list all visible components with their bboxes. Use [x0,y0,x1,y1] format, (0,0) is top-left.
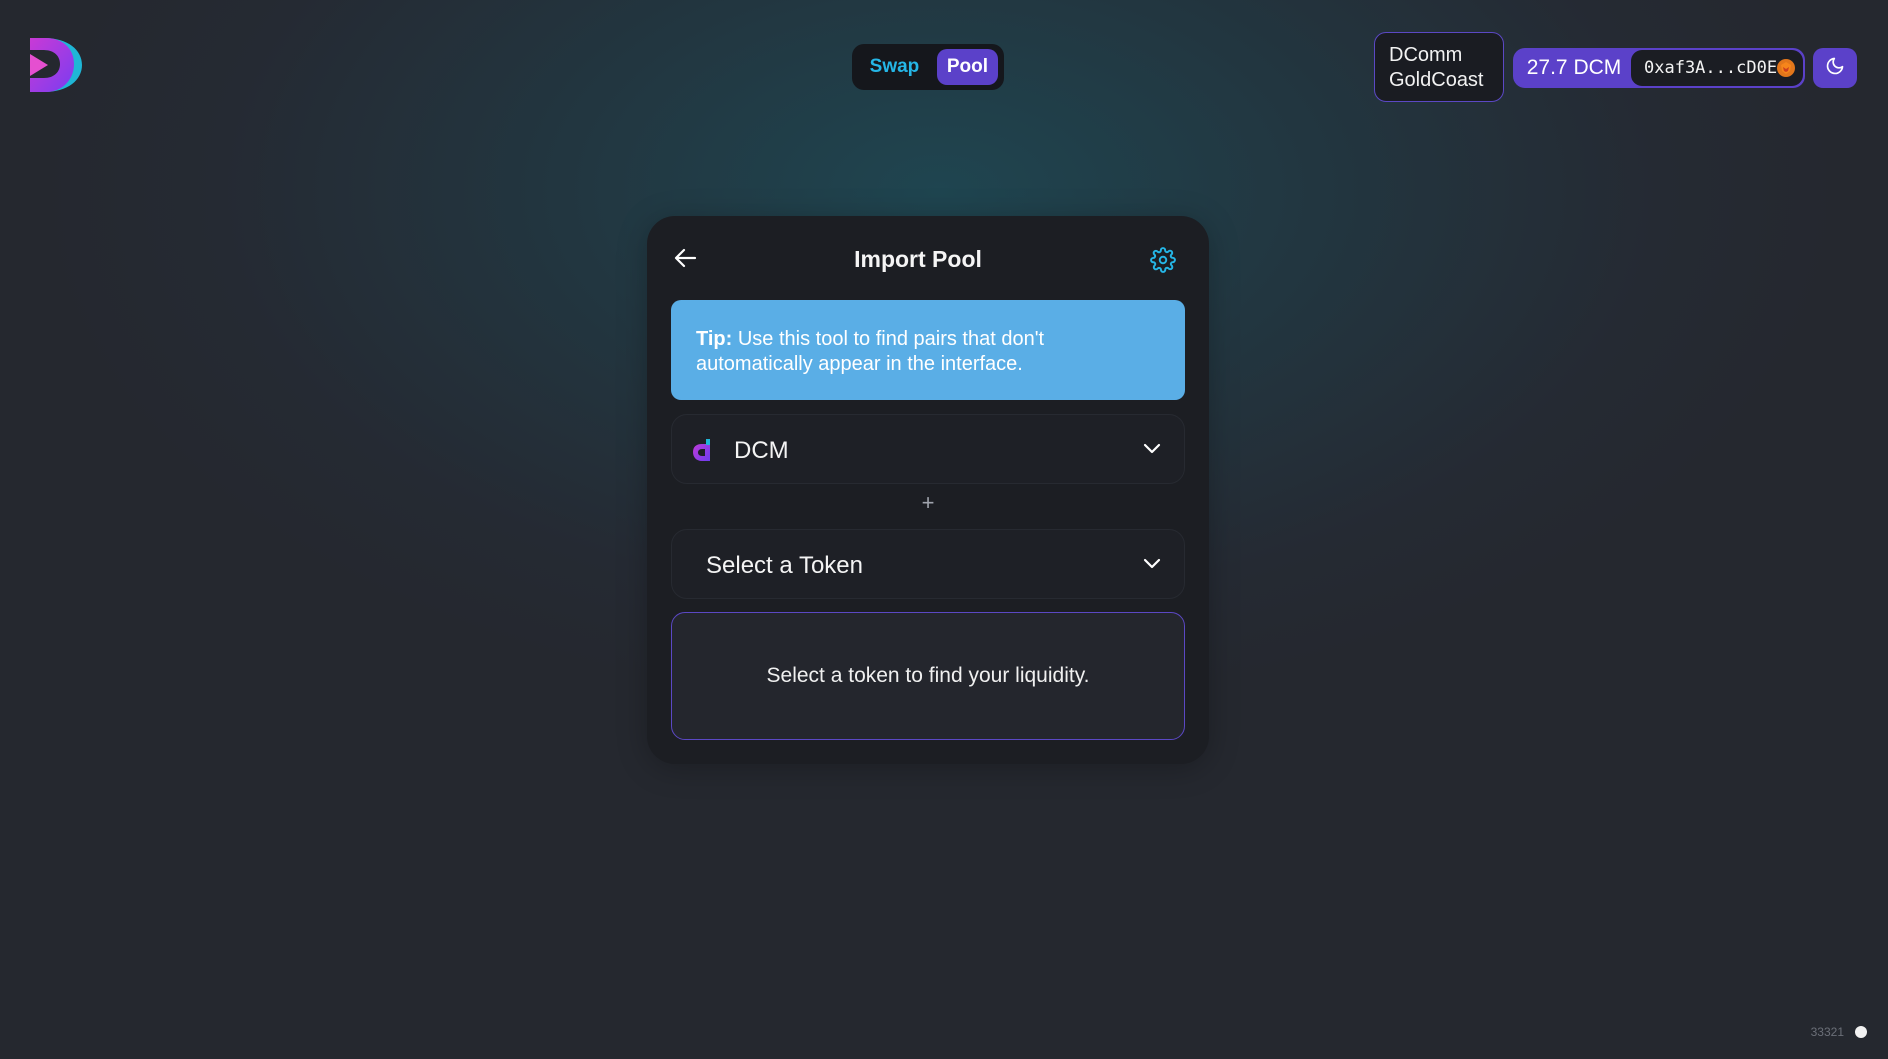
swap-pool-toggle: Swap Pool [852,44,1004,90]
token-a-selector[interactable]: DCM [671,414,1185,484]
wallet-address: 0xaf3A...cD0E [1644,58,1778,78]
tip-label: Tip: [696,328,733,350]
liquidity-info-box: Select a token to find your liquidity. [671,612,1185,740]
metamask-fox-icon [1777,59,1795,77]
wallet-address-button[interactable]: 0xaf3A...cD0E [1631,50,1803,86]
token-a-symbol: DCM [734,437,789,464]
chevron-down-icon [1142,556,1162,570]
liquidity-info-message: Select a token to find your liquidity. [766,664,1090,687]
network-selector[interactable]: DComm GoldCoast [1374,32,1504,102]
token-b-selector[interactable]: Select a Token [671,529,1185,599]
plus-icon: + [921,490,935,515]
page-title: Import Pool [854,246,982,272]
gear-icon[interactable] [1150,247,1176,273]
tip-text: Use this tool to find pairs that don't a… [696,328,1045,375]
dcm-token-icon [692,437,716,463]
nav-swap-button[interactable]: Swap [858,49,931,85]
token-b-placeholder: Select a Token [706,552,863,579]
theme-toggle-button[interactable] [1813,48,1857,88]
moon-icon [1825,56,1845,81]
chevron-down-icon [1142,441,1162,455]
nav-pool-button[interactable]: Pool [936,49,998,85]
status-dot-icon [1855,1026,1867,1038]
network-name-line2: GoldCoast [1389,69,1484,91]
block-number: 33321 [1810,1025,1844,1039]
wallet-balance: 27.7 DCM [1526,56,1622,79]
network-name-line1: DComm [1389,44,1463,66]
import-pool-card: Import Pool Tip: Use this tool to find p… [647,216,1209,764]
dcomm-logo-icon[interactable] [28,34,84,96]
tip-banner: Tip: Use this tool to find pairs that do… [671,300,1185,400]
account-button[interactable]: 27.7 DCM 0xaf3A...cD0E [1513,48,1805,88]
